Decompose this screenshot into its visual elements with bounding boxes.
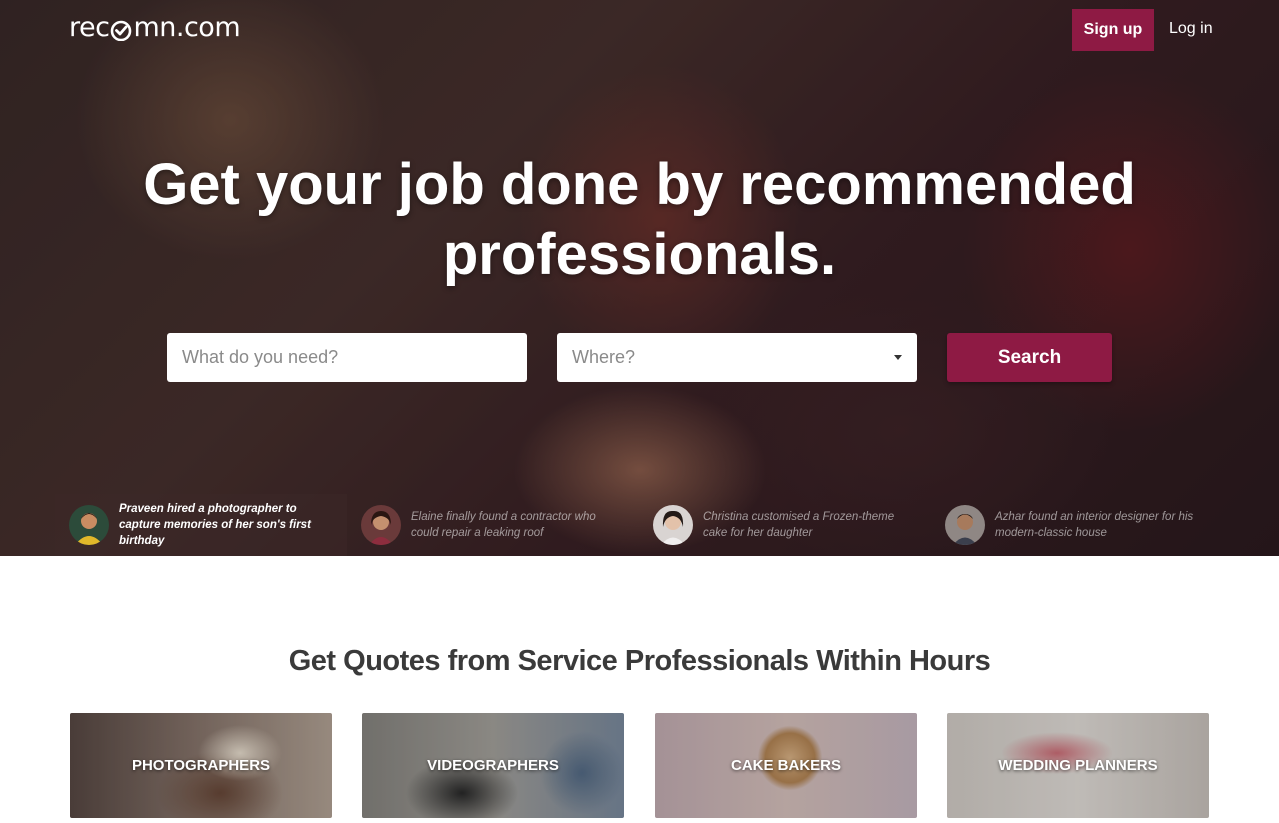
logo-text-prefix: rec xyxy=(69,12,110,43)
avatar xyxy=(69,505,109,545)
check-heart-icon xyxy=(110,17,132,41)
testimonial-item[interactable]: Elaine finally found a contractor who co… xyxy=(347,494,639,556)
category-label: CAKE BAKERS xyxy=(730,757,841,774)
category-card-photographers[interactable]: PHOTOGRAPHERS xyxy=(70,713,332,818)
signup-button[interactable]: Sign up xyxy=(1072,9,1154,51)
hero-headline: Get your job done by recommended profess… xyxy=(0,150,1279,290)
category-grid: PHOTOGRAPHERS VIDEOGRAPHERS CAKE BAKERS … xyxy=(70,713,1210,818)
testimonial-item[interactable]: Christina customised a Frozen-theme cake… xyxy=(639,494,931,556)
section-title: Get Quotes from Service Professionals Wi… xyxy=(288,645,991,677)
avatar xyxy=(945,505,985,545)
testimonial-item[interactable]: Praveen hired a photographer to capture … xyxy=(55,494,347,556)
testimonial-item[interactable]: Azhar found an interior designer for his… xyxy=(931,494,1223,556)
category-label: VIDEOGRAPHERS xyxy=(427,757,559,774)
category-card-videographers[interactable]: VIDEOGRAPHERS xyxy=(362,713,624,818)
hero-headline-line2: professionals. xyxy=(442,222,837,287)
testimonial-text: Elaine finally found a contractor who co… xyxy=(411,511,596,539)
logo-text-suffix: mn.com xyxy=(133,12,241,43)
category-card-cake-bakers[interactable]: CAKE BAKERS xyxy=(655,713,917,818)
testimonial-text: Praveen hired a photographer to capture … xyxy=(119,503,311,547)
category-label: WEDDING PLANNERS xyxy=(998,757,1158,774)
location-select-placeholder: Where? xyxy=(572,347,636,367)
category-label: PHOTOGRAPHERS xyxy=(131,757,271,774)
avatar xyxy=(361,505,401,545)
service-search-input[interactable] xyxy=(167,333,527,382)
testimonial-text: Christina customised a Frozen-theme cake… xyxy=(703,511,895,539)
hero-section: rec mn.com Sign up Log in Get your job d… xyxy=(0,0,1279,556)
avatar xyxy=(653,505,693,545)
search-button[interactable]: Search xyxy=(947,333,1112,382)
location-select[interactable]: Where? xyxy=(557,333,917,382)
hero-headline-line1: Get your job done by recommended xyxy=(143,152,1136,217)
caret-down-icon xyxy=(894,355,902,360)
category-card-wedding-planners[interactable]: WEDDING PLANNERS xyxy=(947,713,1209,818)
site-logo[interactable]: rec mn.com xyxy=(69,12,241,43)
testimonial-strip: Praveen hired a photographer to capture … xyxy=(55,494,1225,556)
login-link[interactable]: Log in xyxy=(1169,20,1213,38)
testimonial-text: Azhar found an interior designer for his… xyxy=(995,511,1194,539)
